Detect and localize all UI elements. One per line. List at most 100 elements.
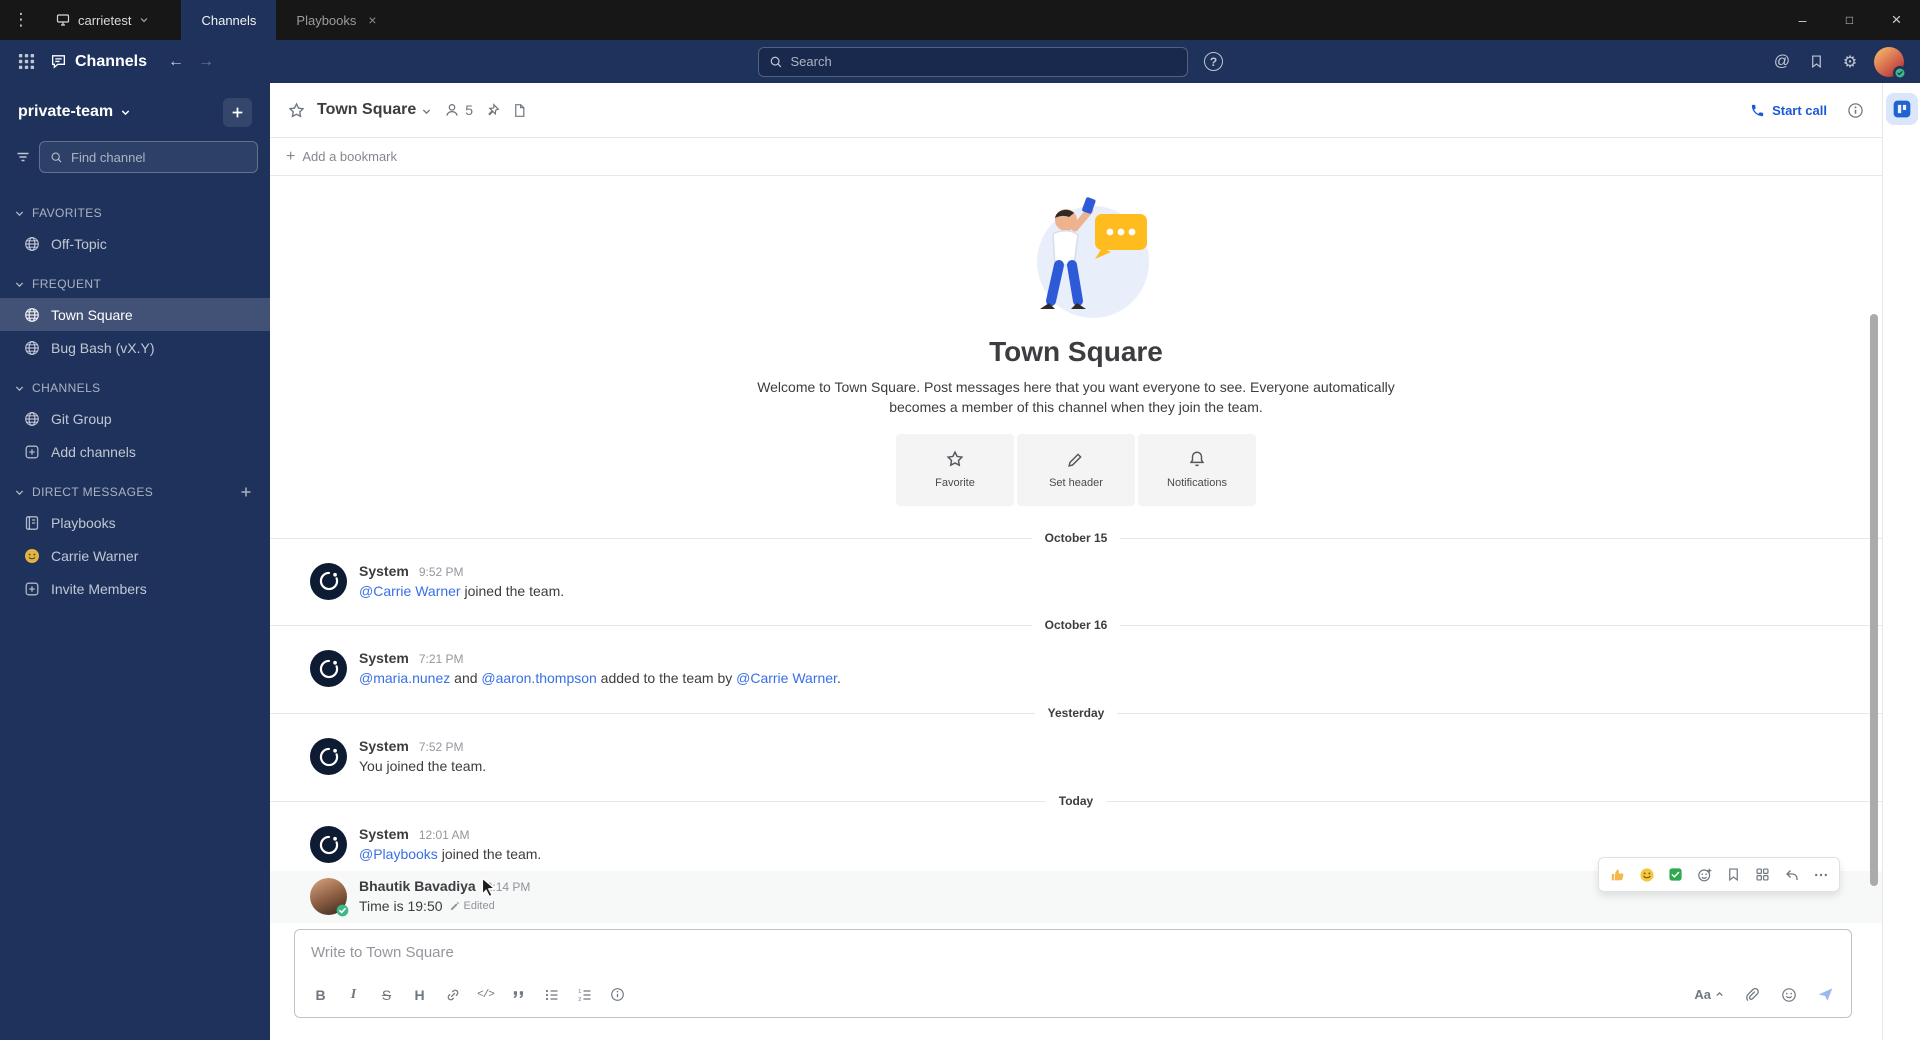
saved-messages-button[interactable] [1800,46,1832,78]
close-button[interactable]: × [1873,0,1920,40]
globe-icon [24,236,40,252]
pinned-posts-button[interactable] [485,102,500,118]
quick-reaction-white_check_mark-button[interactable] [1662,861,1689,888]
filter-icon [15,149,31,165]
find-channel-input[interactable] [71,149,247,165]
team-menu-button[interactable]: private-team [18,103,131,121]
sidebar-item-carrie-warner[interactable]: Carrie Warner [0,539,270,572]
server-selector[interactable]: carrietest [42,0,163,40]
chevron-down-icon [14,279,25,290]
send-message-button[interactable] [1810,980,1841,1009]
help-button[interactable] [602,980,633,1009]
channel-filter-button[interactable] [14,144,31,170]
message-sender[interactable]: System [359,738,409,754]
sidebar-section-header[interactable]: FREQUENT [0,274,270,298]
quick-reaction-smile-button[interactable] [1633,861,1660,888]
heading-button[interactable]: H [404,980,435,1009]
channel-name: Bug Bash (vX.Y) [51,339,155,356]
message-system: System 7:52 PM You joined the team. [270,731,1882,783]
product-switcher-button[interactable] [10,46,42,78]
mention-link[interactable]: @Carrie Warner [736,670,837,686]
strikethrough-button[interactable]: S [371,980,402,1009]
question-mark-icon: ? [1204,52,1223,71]
sidebar-item-bug-bash-vx-y[interactable]: Bug Bash (vX.Y) [0,331,270,364]
message-sender[interactable]: System [359,826,409,842]
sidebar-item-invite-members[interactable]: Invite Members [0,572,270,605]
link-button[interactable] [437,980,468,1009]
set-header-action-button[interactable]: Set header [1017,433,1135,506]
message-composer: Write to Town Square B I S H </> 1 2 Aa [294,929,1852,1018]
message-sender[interactable]: Bhautik Bavadiya [359,878,476,894]
mention-link[interactable]: @aaron.thompson [481,670,596,686]
add-reaction-button[interactable] [1691,861,1718,888]
save-message-button[interactable] [1720,861,1747,888]
sidebar-item-town-square[interactable]: Town Square [0,298,270,331]
system-avatar[interactable] [310,738,347,776]
sidebar-item-git-group[interactable]: Git Group [0,402,270,435]
mention-link[interactable]: @Carrie Warner [359,583,461,599]
channel-members-button[interactable]: 5 [444,102,473,118]
message-text: @Carrie Warner joined the team. [359,582,565,599]
channel-menu-button[interactable]: Town Square [317,101,432,119]
at-mentions-button[interactable]: @ [1766,46,1798,78]
user-avatar[interactable] [1874,46,1907,80]
sidebar-section-header[interactable]: DIRECT MESSAGES [0,482,270,506]
tab-channels[interactable]: Channels [181,0,277,40]
minimize-button[interactable]: – [1779,0,1826,40]
numbered-list-button[interactable]: 12 [569,980,600,1009]
reply-button[interactable] [1778,861,1805,888]
app-bar-playbooks-icon[interactable] [1885,93,1918,125]
add-bookmark-button[interactable]: + Add a bookmark [286,148,397,165]
more-actions-button[interactable] [1807,861,1834,888]
emoji-picker-button[interactable] [1773,980,1804,1009]
mention-link[interactable]: @maria.nunez [359,670,450,686]
search-input[interactable] [790,54,1177,69]
add-direct-message-button[interactable] [240,486,252,498]
maximize-button[interactable]: □ [1826,0,1873,40]
favorite-action-button[interactable]: Favorite [896,433,1014,506]
sidebar-item-add-channels[interactable]: Add channels [0,435,270,468]
system-avatar[interactable] [310,826,347,864]
message-sender[interactable]: System [359,563,409,579]
attach-file-button[interactable] [1736,980,1767,1009]
message-sender[interactable]: System [359,650,409,666]
search-box[interactable] [757,46,1188,77]
sidebar-section-header[interactable]: FAVORITES [0,203,270,227]
history-back-button[interactable]: ← [161,47,191,77]
system-avatar[interactable] [310,650,347,688]
settings-button[interactable]: ⚙ [1834,46,1866,78]
channel-files-button[interactable] [512,103,527,118]
message-apps-button[interactable] [1749,861,1776,888]
quick-reaction-thumbsup-button[interactable] [1604,861,1631,888]
message-input[interactable]: Write to Town Square [295,930,1851,974]
formatting-toggle-button[interactable]: Aa [1688,980,1730,1009]
app-menu-button[interactable]: ⋮ [0,0,42,40]
find-channel-box[interactable] [39,141,258,173]
start-call-button[interactable]: Start call [1750,103,1827,118]
tab-playbooks[interactable]: Playbooks × [276,0,396,40]
add-channels-cta-button[interactable] [223,97,252,127]
chevron-down-icon [139,15,149,25]
bold-button[interactable]: B [305,980,336,1009]
message-list[interactable]: Town Square Welcome to Town Square. Post… [270,176,1882,929]
scrollbar-thumb[interactable] [1870,314,1878,886]
channel-name: Invite Members [51,580,147,597]
system-avatar[interactable] [310,562,347,600]
message-body: System 7:21 PM @maria.nunez and @aaron.tho… [359,650,1792,688]
sidebar-item-off-topic[interactable]: Off-Topic [0,227,270,260]
sidebar-section-header[interactable]: CHANNELS [0,378,270,402]
bulleted-list-button[interactable] [536,980,567,1009]
help-button[interactable]: ? [1198,46,1230,78]
channel-info-button[interactable] [1847,102,1864,119]
code-button[interactable]: </> [470,980,501,1009]
favorite-channel-button[interactable] [288,101,305,119]
user-avatar[interactable] [310,878,349,917]
notifications-action-button[interactable]: Notifications [1138,433,1256,506]
sidebar-item-playbooks[interactable]: Playbooks [0,506,270,539]
mention-link[interactable]: @Playbooks [359,846,438,862]
quote-button[interactable] [503,980,534,1009]
italic-button[interactable]: I [338,980,369,1009]
history-forward-button[interactable]: → [191,47,221,77]
date-divider: October 15 [270,525,1882,551]
close-tab-icon[interactable]: × [368,12,376,28]
